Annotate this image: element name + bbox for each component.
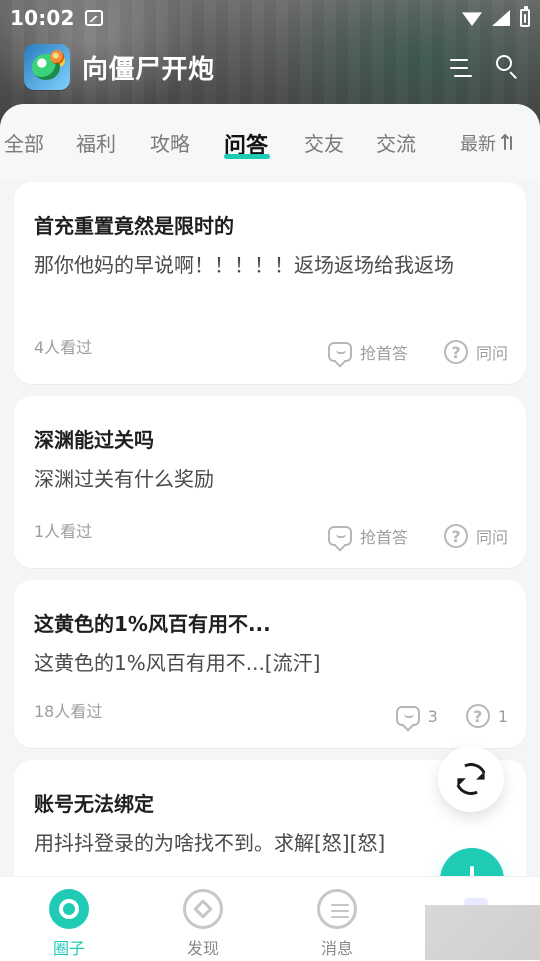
sort-label: 最新: [460, 134, 496, 155]
post-card[interactable]: 深渊能过关吗 深渊过关有什么奖励 1人看过 抢首答 同问: [14, 396, 526, 568]
image-icon: [84, 10, 103, 26]
chat-bubble-icon: [327, 526, 352, 546]
ask-label: 同问: [475, 344, 508, 363]
answer-button[interactable]: 抢首答: [327, 524, 408, 548]
post-title: 这黄色的1%风百有用不...: [34, 612, 271, 636]
post-views: 4人看过: [34, 338, 93, 357]
ask-too-button[interactable]: 同问: [443, 340, 508, 364]
messages-icon: [317, 889, 357, 929]
post-card[interactable]: 首充重置竟然是限时的 那你他妈的早说啊！！！！！返场返场给我返场 4人看过 抢首…: [14, 182, 526, 384]
answer-label: 抢首答: [359, 528, 408, 547]
tab-all[interactable]: 全部: [4, 128, 44, 157]
refresh-button[interactable]: [438, 746, 504, 812]
status-bar: 10:02: [0, 0, 540, 36]
status-time: 10:02: [10, 6, 75, 30]
menu-icon[interactable]: [444, 52, 474, 82]
answer-count: 3: [427, 706, 438, 726]
tab-welfare[interactable]: 福利: [76, 128, 116, 157]
post-body: 那你他妈的早说啊！！！！！返场返场给我返场: [34, 253, 454, 277]
post-actions: 抢首答 同问: [327, 340, 508, 364]
wifi-icon: [462, 10, 482, 26]
question-circle-icon: [443, 524, 468, 548]
tab-underline: [224, 154, 270, 159]
nav-circle[interactable]: 圈子: [24, 889, 114, 959]
post-body: 用抖抖登录的为啥找不到。求解[怒][怒]: [34, 831, 386, 855]
sort-icon: [502, 134, 514, 152]
battery-icon: [520, 6, 530, 27]
search-icon[interactable]: [492, 52, 522, 82]
post-title: 账号无法绑定: [34, 792, 154, 816]
tab-discuss[interactable]: 交流: [376, 128, 416, 157]
nav-messages[interactable]: 消息: [292, 889, 382, 959]
post-actions: 3 1: [395, 704, 508, 728]
signal-icon: [492, 10, 510, 26]
status-right: [462, 6, 530, 27]
sort-button[interactable]: 最新: [460, 130, 514, 156]
answer-label: 抢首答: [359, 344, 408, 363]
ask-count: 1: [497, 706, 508, 726]
post-body: 这黄色的1%风百有用不...[流汗]: [34, 651, 321, 675]
ask-too-button[interactable]: 同问: [443, 524, 508, 548]
question-circle-icon: [443, 340, 468, 364]
status-left: 10:02: [10, 6, 103, 30]
nav-discover[interactable]: 发现: [158, 889, 248, 959]
refresh-icon: [450, 758, 492, 800]
answers-count[interactable]: 3: [395, 706, 438, 726]
app-header-left: 向僵尸开炮: [24, 44, 215, 90]
post-title: 首充重置竟然是限时的: [34, 214, 234, 238]
circle-icon: [49, 889, 89, 929]
question-circle-icon: [465, 704, 490, 728]
nav-label: 发现: [186, 939, 219, 958]
post-card[interactable]: 这黄色的1%风百有用不... 这黄色的1%风百有用不...[流汗] 18人看过 …: [14, 580, 526, 748]
post-views: 1人看过: [34, 522, 93, 541]
content-sheet: 全部 福利 攻略 问答 交友 交流 最新 首充重置竟然是限时的 那你他妈的早说啊…: [0, 104, 540, 960]
app-avatar[interactable]: [24, 44, 70, 90]
tab-bar: 全部 福利 攻略 问答 交友 交流 最新: [0, 104, 540, 180]
nav-label: 圈子: [52, 939, 85, 958]
ask-too-count[interactable]: 1: [465, 704, 508, 728]
app-header-actions: [444, 52, 522, 82]
chat-bubble-icon: [327, 342, 352, 362]
post-actions: 抢首答 同问: [327, 524, 508, 548]
tab-friends[interactable]: 交友: [304, 128, 344, 157]
ask-label: 同问: [475, 528, 508, 547]
corner-overlay: [425, 905, 540, 960]
app-title: 向僵尸开炮: [82, 54, 215, 85]
post-views: 18人看过: [34, 702, 103, 721]
tab-guide[interactable]: 攻略: [150, 128, 190, 157]
post-body: 深渊过关有什么奖励: [34, 467, 214, 491]
post-title: 深渊能过关吗: [34, 428, 154, 452]
app-header: 向僵尸开炮: [0, 36, 540, 98]
compass-icon: [183, 889, 223, 929]
chat-bubble-icon: [395, 706, 420, 726]
answer-button[interactable]: 抢首答: [327, 340, 408, 364]
nav-label: 消息: [320, 939, 353, 958]
